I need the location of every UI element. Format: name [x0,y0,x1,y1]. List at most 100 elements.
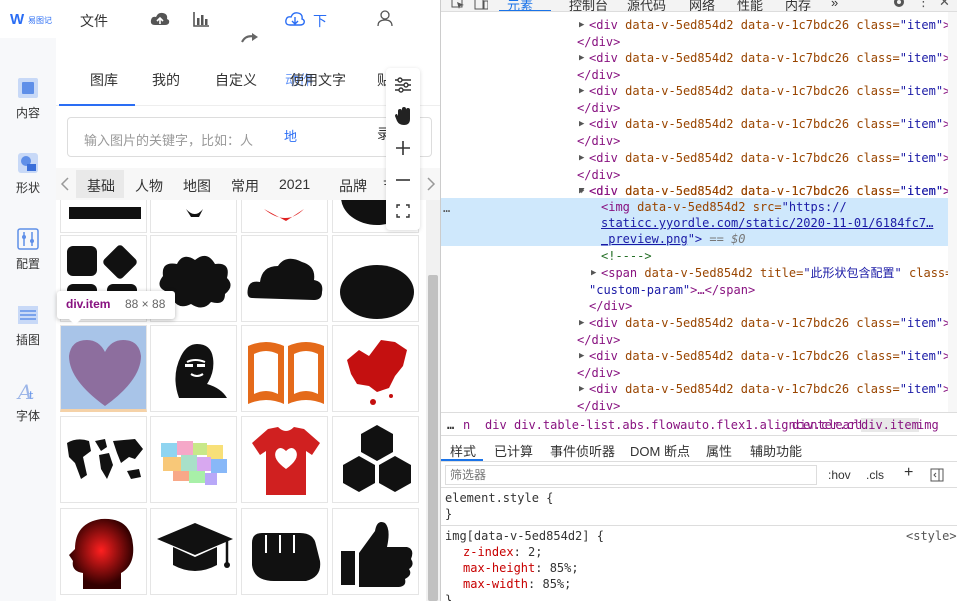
class-toggle[interactable]: .cls [866,468,884,482]
shape-item[interactable] [332,416,419,503]
category-next-icon[interactable] [426,176,436,195]
sidebar-item-config[interactable]: 配置 [0,219,56,289]
new-rule-button[interactable]: + [904,464,913,482]
expand-triangle-icon[interactable]: ▶ [579,83,584,100]
subtab-computed[interactable]: 已计算 [494,441,533,460]
dom-node-div[interactable]: ▶ <div data-v-5ed854d2 data-v-1c7bdc26 cl… [441,50,957,67]
shape-item[interactable] [60,508,147,595]
sidebar-toggle-icon[interactable] [930,468,944,485]
expand-triangle-icon[interactable]: ▶ [579,17,584,34]
user-icon[interactable] [377,9,393,30]
settings-icon[interactable] [892,0,906,11]
download-cloud-icon[interactable] [285,10,307,31]
hover-state-toggle[interactable]: :hov [828,468,851,482]
sidebar-item-content[interactable]: 内容 [0,68,56,138]
devtools-tab-console[interactable]: 控制台 [569,0,608,11]
dom-node-div[interactable]: ▶ <div data-v-5ed854d2 data-v-1c7bdc26 cl… [441,348,957,365]
more-options-icon[interactable]: ⋮ [917,0,930,10]
expand-triangle-icon[interactable]: ▶ [579,116,584,133]
sidebar-item-font[interactable]: At 字体 [0,371,56,441]
dom-node-div[interactable]: ▶ <div data-v-5ed854d2 data-v-1c7bdc26 cl… [441,83,957,100]
dom-node-div[interactable]: ▶ <div data-v-5ed854d2 data-v-1c7bdc26 cl… [441,315,957,332]
fit-screen-icon[interactable] [396,204,410,221]
redo-icon[interactable] [240,32,260,47]
span-node-line[interactable]: ▶ <span data-v-5ed854d2 title="此形状包含配置" c… [441,265,957,282]
devtools-tab-network[interactable]: 网络 [689,0,715,11]
sidebar-item-shape[interactable]: 形状 [0,143,56,213]
subtab-event-listeners[interactable]: 事件侦听器 [550,441,615,460]
breadcrumb-item[interactable]: div [485,418,507,432]
devtools-tab-memory[interactable]: 内存 [785,0,811,11]
expand-triangle-icon[interactable]: ▶ [591,265,596,282]
shape-item[interactable] [150,325,237,412]
subtab-accessibility[interactable]: 辅助功能 [750,441,802,460]
shape-item[interactable] [60,416,147,503]
close-devtools-icon[interactable]: ✕ [939,0,950,10]
dom-node-div[interactable]: ▶ <div data-v-5ed854d2 data-v-1c7bdc26 cl… [441,116,957,133]
category-prev-icon[interactable] [60,176,70,195]
sidebar-item-illustration[interactable]: 插图 [0,295,56,365]
elements-scrollbar[interactable] [948,12,957,412]
search-input[interactable]: 输入图片的关键字，比如：人 地 录 [67,117,432,157]
subtab-dom-breakpoints[interactable]: DOM 断点 [630,441,690,460]
upload-cloud-icon[interactable] [150,10,170,31]
shape-item[interactable] [241,200,328,233]
css-property[interactable]: z-index: 2; [463,544,542,561]
device-toggle-icon[interactable] [474,0,489,11]
category-brand[interactable]: 品牌 [339,176,367,196]
category-basic[interactable]: 基础 [87,176,115,196]
devtools-more-tabs[interactable]: » [831,0,838,10]
shape-item[interactable] [150,200,237,233]
dom-node-div[interactable]: ▶ <div data-v-5ed854d2 data-v-1c7bdc26 cl… [441,381,957,398]
breadcrumb-item[interactable]: div.item [861,418,919,432]
devtools-tab-performance[interactable]: 性能 [737,0,763,11]
subtab-properties[interactable]: 属性 [706,441,732,460]
hand-icon[interactable] [394,106,412,129]
expand-triangle-icon[interactable]: ▶ [579,381,584,398]
adjust-icon[interactable] [394,76,412,97]
breadcrumb-item[interactable]: img [917,418,939,432]
expand-triangle-icon[interactable]: ▶ [579,348,584,365]
category-map[interactable]: 地图 [183,176,211,196]
shape-item[interactable] [60,200,147,233]
shape-item[interactable] [332,235,419,322]
breadcrumb-ellipsis[interactable]: … [447,418,454,432]
rule-source-link[interactable]: <style> [906,528,957,545]
tab-mine[interactable]: 我的 [152,70,180,90]
shape-item[interactable] [150,508,237,595]
shape-item[interactable] [332,325,419,412]
breadcrumb-item[interactable]: n [463,418,470,432]
download-label[interactable]: 下 [313,11,327,31]
css-property[interactable]: max-width: 85%; [463,576,571,593]
img-src-link[interactable]: staticc.yyordle.com/static/2020-11-01/61… [601,215,933,232]
expand-triangle-icon[interactable]: ▶ [579,315,584,332]
grid-scrollbar-thumb[interactable] [428,275,438,601]
dom-node-div[interactable]: ▶ <div data-v-5ed854d2 data-v-1c7bdc26 cl… [441,150,957,167]
expand-triangle-icon[interactable]: ▶ [579,150,584,167]
category-people[interactable]: 人物 [135,176,163,196]
img-src-link[interactable]: _preview.png [601,232,688,246]
styles-filter-input[interactable] [445,465,817,485]
dom-node-div[interactable]: ▶ <div data-v-5ed854d2 data-v-1c7bdc26 cl… [441,17,957,34]
shape-item[interactable] [241,235,328,322]
tab-gallery[interactable]: 图库 [90,70,118,90]
expand-triangle-icon[interactable]: ▶ [579,50,584,67]
shape-item[interactable] [60,325,147,412]
shape-item[interactable] [241,508,328,595]
category-common[interactable]: 常用 [231,176,259,196]
shape-item[interactable] [150,416,237,503]
category-2021[interactable]: 2021 [279,176,310,192]
shape-item[interactable] [241,416,328,503]
css-property[interactable]: max-height: 85%; [463,560,579,577]
inspect-icon[interactable] [451,0,465,11]
menu-file[interactable]: 文件 [80,11,108,31]
zoom-out-icon[interactable] [395,172,411,191]
tab-text[interactable]: 使用文字 [290,70,346,90]
tab-custom[interactable]: 自定义 [215,70,257,90]
chart-icon[interactable] [192,10,210,31]
zoom-in-icon[interactable] [395,140,411,159]
shape-item[interactable] [241,325,328,412]
shape-item[interactable] [332,508,419,595]
devtools-tab-sources[interactable]: 源代码 [627,0,666,11]
subtab-styles[interactable]: 样式 [450,441,476,460]
